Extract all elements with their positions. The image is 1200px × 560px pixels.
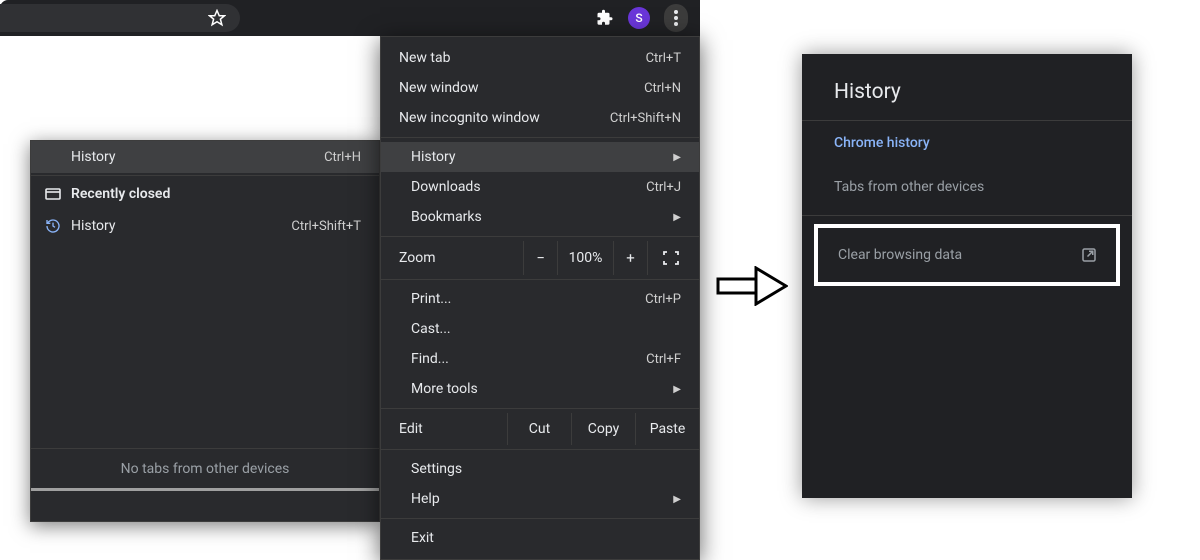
menu-item-cast[interactable]: Cast... bbox=[381, 314, 699, 344]
separator bbox=[381, 279, 699, 280]
edit-paste-button[interactable]: Paste bbox=[635, 413, 699, 445]
separator bbox=[381, 408, 699, 409]
edit-copy-button[interactable]: Copy bbox=[571, 413, 635, 445]
history-title: History bbox=[802, 54, 1132, 120]
submenu-accel: Ctrl+Shift+T bbox=[291, 219, 361, 234]
separator bbox=[381, 449, 699, 450]
menu-item-settings[interactable]: Settings bbox=[381, 454, 699, 484]
zoom-in-button[interactable]: + bbox=[613, 241, 647, 275]
submenu-item-history[interactable]: History Ctrl+H bbox=[31, 141, 379, 173]
submenu-label: History bbox=[71, 149, 324, 165]
menu-item-new-incognito[interactable]: New incognito window Ctrl+Shift+N bbox=[381, 103, 699, 133]
submenu-accel: Ctrl+H bbox=[324, 150, 361, 165]
fullscreen-button[interactable] bbox=[647, 241, 693, 275]
edit-cut-button[interactable]: Cut bbox=[507, 413, 571, 445]
menu-item-new-window[interactable]: New window Ctrl+N bbox=[381, 73, 699, 103]
tab-icon bbox=[45, 187, 71, 201]
separator bbox=[381, 137, 699, 138]
submenu-recently-closed: Recently closed bbox=[31, 178, 379, 210]
history-sidebar: History Chrome history Tabs from other d… bbox=[802, 54, 1132, 498]
menu-item-exit[interactable]: Exit bbox=[381, 523, 699, 553]
separator bbox=[381, 236, 699, 237]
submenu-footer: No tabs from other devices bbox=[31, 448, 379, 488]
arrow-icon bbox=[716, 266, 788, 306]
submenu-item-history-restore[interactable]: History Ctrl+Shift+T bbox=[31, 210, 379, 242]
chevron-right-icon: ▶ bbox=[673, 212, 681, 223]
menu-item-find[interactable]: Find... Ctrl+F bbox=[381, 344, 699, 374]
open-external-icon bbox=[1080, 246, 1098, 264]
menu-item-more-tools[interactable]: More tools ▶ bbox=[381, 374, 699, 404]
separator bbox=[31, 175, 379, 176]
clear-data-label: Clear browsing data bbox=[838, 247, 1080, 263]
menu-item-new-tab[interactable]: New tab Ctrl+T bbox=[381, 43, 699, 73]
menu-item-edit: Edit Cut Copy Paste bbox=[381, 413, 699, 445]
menu-button[interactable] bbox=[664, 4, 688, 32]
zoom-value: 100% bbox=[557, 241, 613, 275]
history-icon bbox=[45, 218, 71, 234]
menu-item-downloads[interactable]: Downloads Ctrl+J bbox=[381, 172, 699, 202]
sidebar-item-clear-data[interactable]: Clear browsing data bbox=[814, 224, 1120, 286]
chevron-right-icon: ▶ bbox=[673, 384, 681, 395]
history-submenu: History Ctrl+H Recently closed History bbox=[30, 140, 380, 522]
sidebar-item-tabs-other[interactable]: Tabs from other devices bbox=[802, 165, 1132, 209]
separator bbox=[802, 215, 1132, 216]
menu-item-bookmarks[interactable]: Bookmarks ▶ bbox=[381, 202, 699, 232]
menu-item-zoom: Zoom − 100% + bbox=[381, 241, 699, 275]
chevron-right-icon: ▶ bbox=[673, 494, 681, 505]
address-bar[interactable] bbox=[0, 4, 240, 32]
extensions-icon[interactable] bbox=[596, 9, 614, 27]
menu-item-print[interactable]: Print... Ctrl+P bbox=[381, 284, 699, 314]
submenu-label: History bbox=[71, 218, 291, 234]
menu-item-help[interactable]: Help ▶ bbox=[381, 484, 699, 514]
chrome-main-menu: New tab Ctrl+T New window Ctrl+N New inc… bbox=[380, 36, 700, 560]
profile-avatar[interactable]: S bbox=[628, 7, 650, 29]
chevron-right-icon: ▶ bbox=[673, 152, 681, 163]
submenu-label: Recently closed bbox=[71, 186, 361, 202]
sidebar-item-chrome-history[interactable]: Chrome history bbox=[802, 121, 1132, 165]
zoom-out-button[interactable]: − bbox=[523, 241, 557, 275]
star-icon[interactable] bbox=[208, 9, 226, 27]
separator bbox=[381, 518, 699, 519]
menu-item-history[interactable]: History ▶ bbox=[381, 142, 699, 172]
browser-toolbar: S bbox=[0, 0, 700, 36]
